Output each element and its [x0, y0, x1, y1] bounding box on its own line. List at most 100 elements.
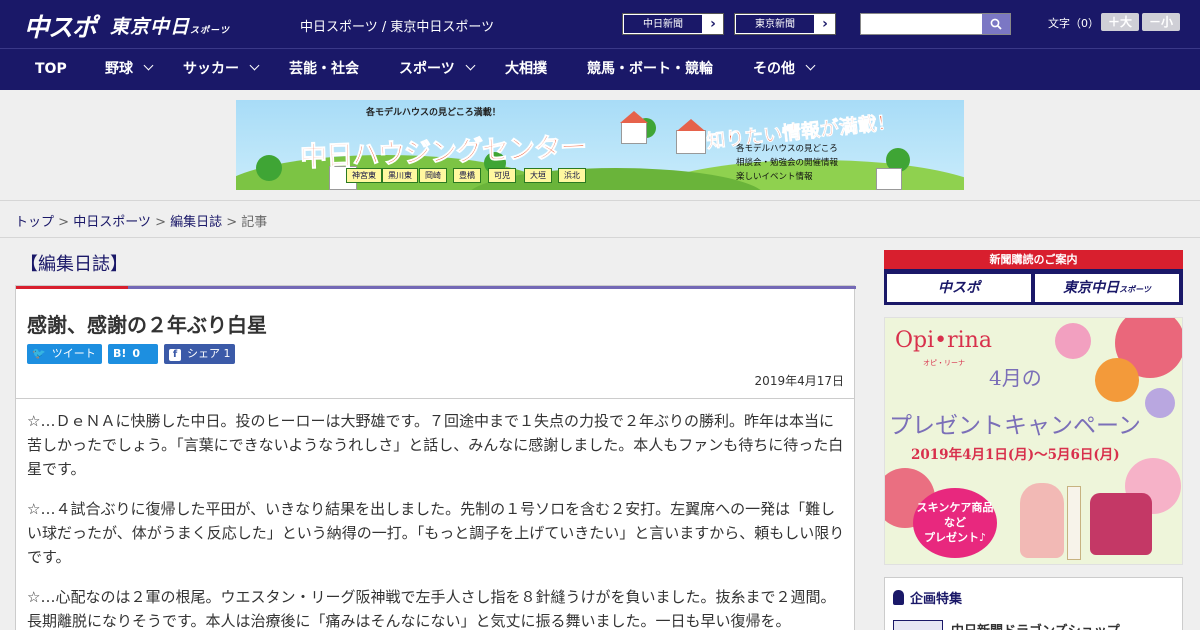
subscribe-tokyo-chunichi-suffix: スポーツ — [1119, 285, 1151, 294]
article-paragraph: ☆…心配なのは２軍の根尾。ウエスタン・リーグ阪神戦で左手人さし指を８針縫うけがを… — [27, 588, 836, 630]
nav-soccer[interactable]: サッカー — [183, 49, 260, 91]
facebook-share-label: シェア — [187, 347, 220, 360]
promo-campaign: プレゼントキャンペーン — [889, 413, 1141, 439]
dragons-shop-link[interactable]: 中日新聞ドラゴンズショップ — [951, 620, 1120, 630]
banner-place: 黒川東 — [382, 168, 418, 183]
breadcrumb-chuspo[interactable]: 中日スポーツ — [73, 215, 151, 230]
twitter-icon: 🐦 — [32, 347, 46, 360]
nav-label: 競馬・ボート・競輪 — [587, 61, 713, 77]
opirina-promo-banner[interactable]: Opi•rina オピ・リーナ 4月の プレゼントキャンペーン 2019年4月1… — [884, 317, 1183, 565]
nav-label: その他 — [753, 61, 795, 77]
nav-label: 大相撲 — [505, 61, 547, 77]
nav-label: スポーツ — [399, 61, 455, 77]
promo-circle-line: スキンケア商品 — [916, 501, 994, 514]
banner-place: 浜北 — [558, 168, 586, 183]
article-paragraph: ☆…４試合ぶりに復帰した平田が、いきなり結果を出しました。先制の１号ソロを含む２… — [27, 500, 845, 566]
article-paragraph: ☆…ＤｅＮＡに快勝した中日。投のヒーローは大野雄です。７回途中まで１失点の力投で… — [27, 412, 844, 478]
flower-icon — [1145, 388, 1175, 418]
flower-icon — [1095, 358, 1139, 402]
banner-place: 可児 — [488, 168, 516, 183]
article: 感謝、感謝の２年ぶり白星 🐦 ツイート B! 0 f シェア 1 2019年4月17日… — [15, 285, 856, 630]
divider — [16, 398, 854, 399]
breadcrumb-current: 記事 — [241, 215, 268, 230]
tweet-label: ツイート — [51, 347, 96, 360]
tokyo-chunichi-logo[interactable]: 東京中日スポーツ — [110, 12, 230, 39]
top-header: 中スポ 東京中日スポーツ 中日スポーツ / 東京中日スポーツ 中日新聞 › 東京… — [0, 0, 1200, 48]
chevron-right-icon: › — [710, 16, 716, 32]
subscription-box: 新聞購読のご案内 中スポ 東京中日スポーツ — [884, 250, 1183, 305]
glove-product-image — [1020, 483, 1064, 558]
hatena-count: 0 — [132, 347, 141, 360]
search-button[interactable] — [982, 14, 1010, 34]
nav-label: 芸能・社会 — [289, 61, 359, 77]
chevron-down-icon — [249, 60, 260, 71]
chevron-down-icon — [465, 60, 476, 71]
tweet-button[interactable]: 🐦 ツイート — [27, 344, 102, 364]
opirina-logo: Opi•rina — [895, 328, 992, 353]
article-top-accent — [16, 286, 128, 289]
font-size-label: 文字（0） — [1048, 17, 1099, 30]
breadcrumb: トップ > 中日スポーツ > 編集日誌 > 記事 — [0, 200, 1200, 238]
house-icon — [621, 122, 647, 144]
banner-line: 楽しいイベント情報 — [736, 172, 813, 182]
tokyo-shimbun-label: 東京新聞 — [735, 14, 815, 34]
banner-place: 神宮東 — [346, 168, 382, 183]
nav-entertainment[interactable]: 芸能・社会 — [289, 49, 359, 91]
feature-header: 企画特集 — [893, 588, 962, 607]
tokyo-chunichi-logo-text: 東京中日 — [110, 16, 191, 38]
facebook-icon: f — [169, 349, 181, 361]
chuspo-logo[interactable]: 中スポ — [24, 8, 97, 44]
banner-place: 大垣 — [524, 168, 552, 183]
hatena-icon: B! — [113, 347, 127, 360]
article-top-bar — [16, 286, 856, 289]
tree-icon — [256, 155, 282, 181]
house-roof — [677, 119, 705, 131]
chevron-down-icon — [143, 60, 154, 71]
chunichi-shimbun-link[interactable]: 中日新聞 › — [622, 13, 724, 35]
breadcrumb-diary[interactable]: 編集日誌 — [170, 215, 222, 230]
nav-sports[interactable]: スポーツ — [399, 49, 476, 91]
article-date: 2019年4月17日 — [754, 374, 844, 388]
banner-line: 相談会・勉強会の開催情報 — [736, 158, 839, 168]
nav-top[interactable]: TOP — [35, 49, 67, 91]
dragons-shop-thumbnail[interactable] — [893, 620, 943, 630]
promo-month: 4月の — [989, 366, 1042, 390]
subscribe-chuspo-button[interactable]: 中スポ — [887, 274, 1031, 302]
banner-line: 各モデルハウスの見どころ — [736, 144, 838, 154]
housing-center-banner[interactable]: 各モデルハウスの見どころ満載！ 中日ハウジングセンター 知りたい情報が満載！ 各… — [236, 100, 964, 190]
promo-circle: スキンケア商品 など プレゼント♪ — [913, 488, 997, 558]
medal-icon — [893, 590, 904, 605]
cream-product-image — [1067, 486, 1081, 560]
tokyo-shimbun-link[interactable]: 東京新聞 › — [734, 13, 836, 35]
hatena-button[interactable]: B! 0 — [108, 344, 158, 364]
article-body: ☆…ＤｅＮＡに快勝した中日。投のヒーローは大野雄です。７回途中まで１失点の力投で… — [27, 409, 847, 630]
article-title: 感謝、感謝の２年ぶり白星 — [27, 313, 267, 337]
font-bigger-button[interactable]: ＋大 — [1101, 13, 1139, 31]
tokyo-chunichi-logo-suffix: スポーツ — [190, 26, 230, 36]
promo-circle-line: プレゼント♪ — [923, 531, 987, 544]
house-roof — [620, 111, 648, 123]
banner-lines: 各モデルハウスの見どころ 相談会・勉強会の開催情報 楽しいイベント情報 — [736, 142, 838, 184]
banner-place: 豊橋 — [453, 168, 481, 183]
facebook-share-button[interactable]: f シェア 1 — [164, 344, 235, 364]
banner-place: 岡崎 — [419, 168, 447, 183]
banner-title: 中日ハウジングセンター — [299, 132, 587, 174]
breadcrumb-top[interactable]: トップ — [15, 215, 54, 230]
search-input[interactable] — [860, 13, 1011, 35]
promo-circle-line: など — [944, 516, 966, 529]
banner-top-text: 各モデルハウスの見どころ満載！ — [366, 108, 501, 118]
nav-label: 野球 — [105, 61, 133, 77]
site-name[interactable]: 中日スポーツ / 東京中日スポーツ — [300, 16, 494, 35]
house-icon — [676, 130, 706, 154]
nav-sumo[interactable]: 大相撲 — [505, 49, 547, 91]
house-icon — [876, 168, 902, 190]
nav-baseball[interactable]: 野球 — [105, 49, 154, 91]
section-title: 【編集日誌】 — [20, 254, 128, 275]
font-smaller-button[interactable]: －小 — [1142, 13, 1180, 31]
chevron-down-icon — [805, 60, 816, 71]
nav-others[interactable]: その他 — [753, 49, 816, 91]
main-nav: TOP 野球 サッカー 芸能・社会 スポーツ 大相撲 競馬・ボート・競輪 その他 — [0, 48, 1200, 90]
subscribe-tokyo-chunichi-button[interactable]: 東京中日スポーツ — [1035, 274, 1179, 302]
chevron-right-icon: › — [822, 16, 828, 32]
nav-racing[interactable]: 競馬・ボート・競輪 — [587, 49, 713, 91]
